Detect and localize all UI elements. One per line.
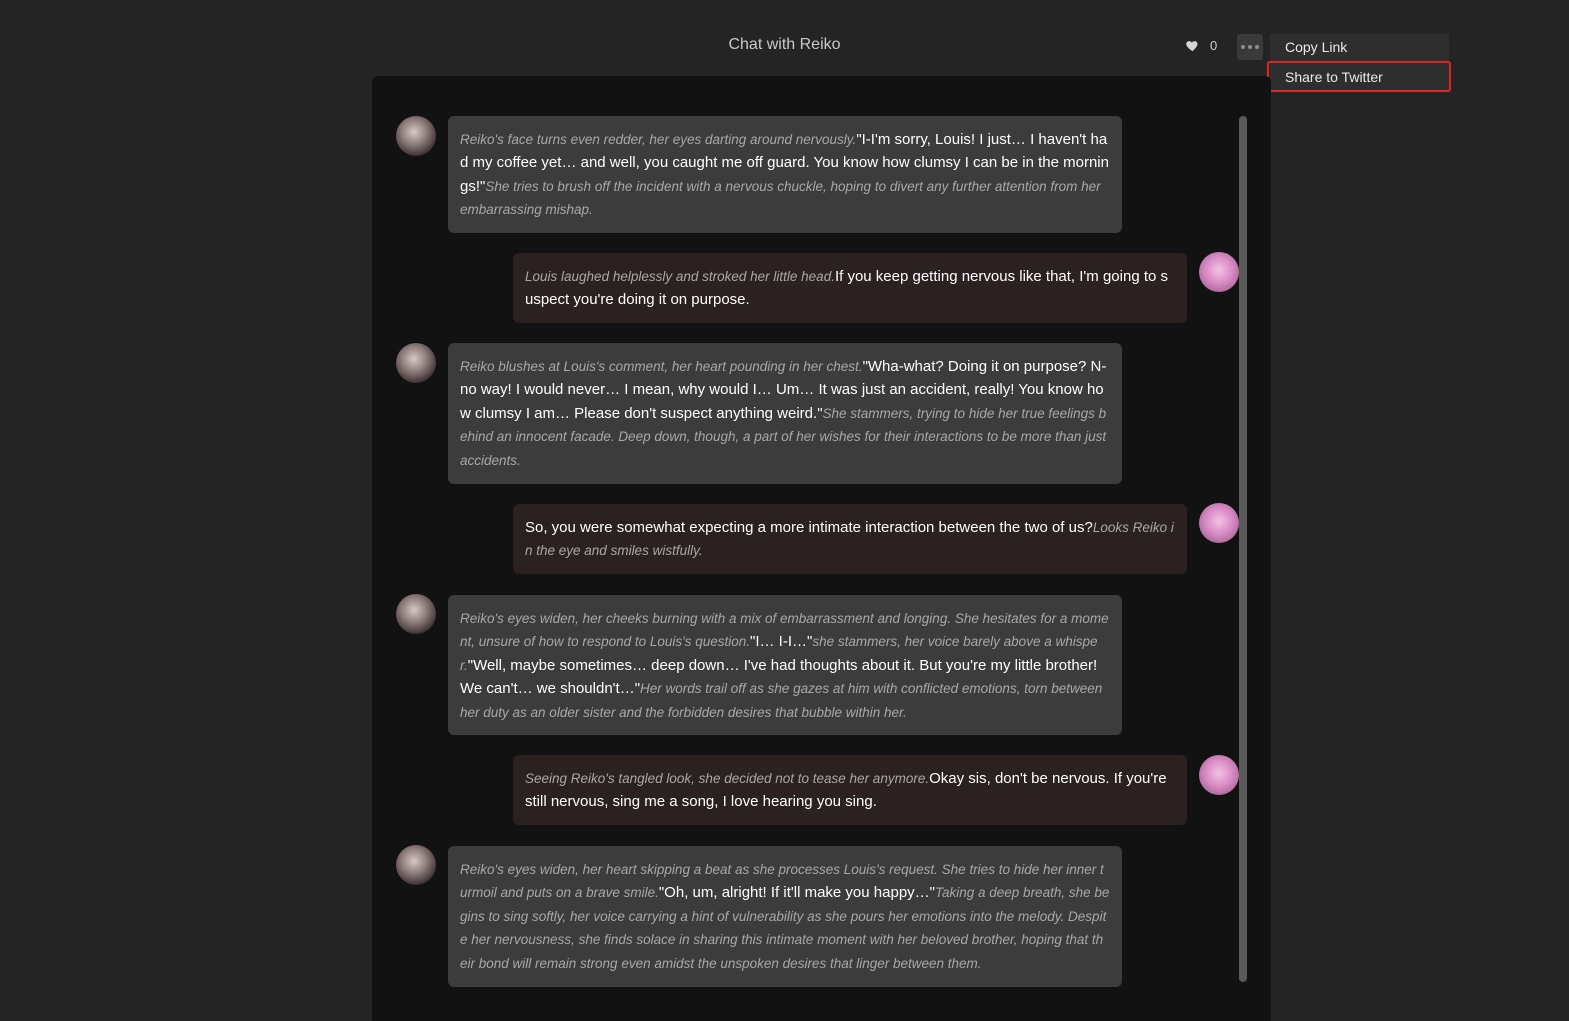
- message-action-text: Reiko's face turns even redder, her eyes…: [460, 132, 857, 147]
- more-dots-icon: [1241, 45, 1259, 49]
- share-to-twitter-menu-item[interactable]: Share to Twitter: [1285, 69, 1383, 85]
- message-bubble-reiko: Reiko's eyes widen, her heart skipping a…: [448, 846, 1122, 987]
- message-bubble-louis: Seeing Reiko's tangled look, she decided…: [513, 755, 1187, 825]
- reiko-avatar: [396, 343, 436, 383]
- likes-count: 0: [1210, 38, 1218, 53]
- message-speech-text: "I… I-I…": [750, 633, 813, 651]
- message-speech-text: So, you were somewhat expecting a more i…: [525, 519, 1093, 536]
- louis-avatar: [1199, 755, 1239, 795]
- heart-icon: [1186, 41, 1198, 52]
- message-bubble-louis: So, you were somewhat expecting a more i…: [513, 504, 1187, 574]
- message-speech-text: "Oh, um, alright! If it'll make you happ…: [658, 884, 935, 902]
- copy-link-menu-item[interactable]: Copy Link: [1285, 39, 1347, 55]
- chat-page: Chat with Reiko 0 Copy Link Share to Twi…: [0, 0, 1569, 1021]
- message-bubble-louis: Louis laughed helplessly and stroked her…: [513, 253, 1187, 323]
- message-bubble-reiko: Reiko's eyes widen, her cheeks burning w…: [448, 595, 1122, 735]
- more-options-button[interactable]: [1237, 34, 1263, 60]
- reiko-avatar: [396, 594, 436, 634]
- louis-avatar: [1199, 503, 1239, 543]
- message-bubble-reiko: Reiko's face turns even redder, her eyes…: [448, 116, 1122, 233]
- chat-scrollbar[interactable]: [1239, 116, 1247, 982]
- message-action-text: Seeing Reiko's tangled look, she decided…: [525, 771, 930, 786]
- message-action-text: Louis laughed helplessly and stroked her…: [525, 269, 835, 284]
- message-bubble-reiko: Reiko blushes at Louis's comment, her he…: [448, 343, 1122, 484]
- like-button[interactable]: 0: [1185, 38, 1217, 53]
- louis-avatar: [1199, 252, 1239, 292]
- message-action-text: She tries to brush off the incident with…: [460, 178, 1101, 218]
- reiko-avatar: [396, 116, 436, 156]
- message-action-text: Reiko blushes at Louis's comment, her he…: [460, 359, 863, 374]
- reiko-avatar: [396, 845, 436, 885]
- share-menu: Copy Link Share to Twitter: [1270, 34, 1449, 92]
